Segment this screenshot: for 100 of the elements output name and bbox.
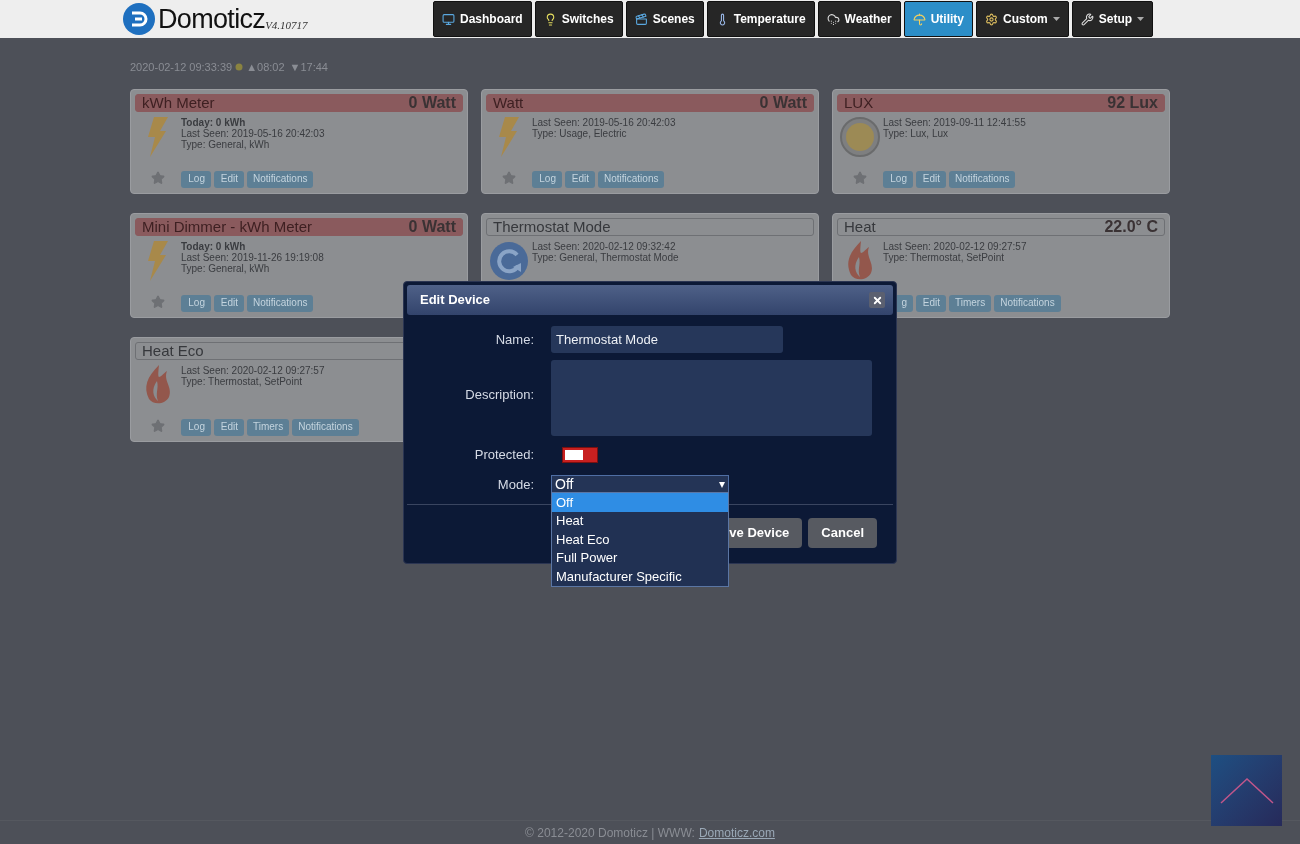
umbrella-icon	[912, 12, 926, 26]
sunrise-time: ▲08:02	[246, 60, 285, 75]
device-info: Type: General, kWh	[181, 138, 271, 150]
nav-tab[interactable]: Switches	[534, 1, 623, 37]
device-info: Last Seen: 2019-11-26 19:19:08	[181, 251, 325, 263]
name-field[interactable]: Thermostat Mode	[551, 326, 783, 353]
cloud-icon	[826, 12, 840, 26]
dialog-title: Edit Device	[420, 291, 491, 310]
lightning-icon	[146, 240, 170, 281]
close-button[interactable]	[869, 292, 885, 308]
device-action-button[interactable]: Notifications	[247, 170, 314, 188]
mode-option[interactable]: Manufacturer Specific	[552, 567, 728, 586]
device-action-button[interactable]: Timers	[949, 294, 992, 312]
device-action-button[interactable]: Notifications	[247, 294, 314, 312]
device-value: 0 Watt	[408, 218, 456, 235]
device-info: Last Seen: 2019-05-16 20:42:03	[532, 116, 677, 128]
field-label: Protected:	[473, 446, 534, 464]
device-name: Thermostat Mode	[493, 219, 611, 234]
current-datetime: 2020-02-12 09:33:39	[130, 60, 233, 75]
device-action-button[interactable]: Log	[181, 294, 211, 312]
device-name: Heat	[844, 219, 876, 234]
today-usage: Today: 0 kWh	[181, 240, 247, 252]
monitor-icon	[442, 12, 455, 26]
caret-icon	[1052, 17, 1060, 21]
device-info: Last Seen: 2020-02-12 09:27:57	[181, 364, 326, 376]
device-action-button[interactable]: Log	[181, 418, 211, 436]
device-action-button[interactable]: Timers	[247, 418, 290, 436]
flame-icon	[143, 364, 173, 405]
device-value: 0 Watt	[408, 94, 456, 111]
mode-option[interactable]: Off	[552, 493, 728, 512]
device-name: Heat Eco	[142, 343, 204, 358]
gear-icon	[985, 12, 999, 26]
device-action-button[interactable]: Edit	[214, 418, 244, 436]
device-action-button[interactable]: Edit	[916, 294, 946, 312]
clapperboard-icon	[634, 12, 648, 26]
device-info: Last Seen: 2019-09-11 12:41:55	[883, 116, 1027, 128]
lightning-icon	[146, 116, 170, 157]
nav-tab[interactable]: Utility	[903, 1, 974, 37]
caret-icon	[719, 481, 725, 488]
chevron-up-icon	[1219, 777, 1274, 804]
device-action-button[interactable]: Log	[883, 170, 913, 188]
device-name: Mini Dimmer - kWh Meter	[142, 219, 312, 234]
protected-toggle[interactable]	[562, 446, 598, 463]
close-icon	[871, 294, 883, 306]
device-action-button[interactable]: Log	[532, 170, 562, 188]
device-value: 0 Watt	[759, 94, 807, 111]
version-label: V4.10717	[265, 18, 308, 33]
logo-icon	[122, 2, 156, 36]
back-to-top-button[interactable]	[1211, 755, 1282, 826]
device-action-button[interactable]: Notifications	[994, 294, 1061, 312]
dialog-button[interactable]: Cancel	[808, 517, 877, 548]
device-action-button[interactable]: Edit	[565, 170, 595, 188]
device-info: Type: Usage, Electric	[532, 127, 628, 139]
star-icon[interactable]	[151, 418, 165, 433]
nav-tab[interactable]: Custom	[976, 1, 1069, 37]
star-icon[interactable]	[502, 170, 516, 185]
device-action-button[interactable]: Edit	[916, 170, 946, 188]
nav-tab[interactable]: Dashboard	[433, 1, 532, 37]
website-link[interactable]: Domoticz.com	[698, 823, 775, 842]
nav-tab[interactable]: Weather	[817, 1, 901, 37]
device-info: Type: General, Thermostat Mode	[532, 251, 680, 263]
device-info: Type: Lux, Lux	[883, 127, 950, 139]
star-icon[interactable]	[853, 170, 867, 185]
device-value: 22.0° C	[1104, 218, 1158, 235]
nav-tab[interactable]: Temperature	[706, 1, 815, 37]
device-action-button[interactable]: Notifications	[598, 170, 665, 188]
logo-text: Domoticz	[158, 5, 266, 33]
device-action-button[interactable]: Edit	[214, 294, 244, 312]
sun-icon	[235, 63, 244, 72]
field-label: Description:	[464, 385, 534, 404]
flame-icon	[845, 240, 875, 281]
device-info: Last Seen: 2020-02-12 09:27:57	[883, 240, 1028, 252]
device-info: Type: General, kWh	[181, 262, 271, 274]
sunset-time: ▼17:44	[289, 60, 328, 75]
device-info: Type: Thermostat, SetPoint	[883, 251, 1005, 263]
device-action-button[interactable]: Edit	[214, 170, 244, 188]
caret-icon	[1137, 17, 1145, 21]
wrench-icon	[1080, 12, 1094, 26]
copyright-text: © 2012-2020 Domoticz | WWW:	[525, 824, 695, 842]
mode-select[interactable]: Off	[551, 474, 729, 495]
star-icon[interactable]	[151, 170, 165, 185]
mode-option[interactable]: Full Power	[552, 548, 728, 568]
cycle-icon	[489, 240, 529, 281]
device-value: 92 Lux	[1107, 94, 1158, 111]
bulb-icon	[840, 116, 880, 157]
today-usage: Today: 0 kWh	[181, 116, 247, 128]
field-label: Name:	[494, 330, 534, 349]
device-info: Type: Thermostat, SetPoint	[181, 375, 303, 387]
device-action-button[interactable]: Log	[181, 170, 211, 188]
nav-tab[interactable]: Scenes	[625, 1, 704, 37]
description-field[interactable]	[551, 360, 872, 436]
device-name: Watt	[493, 95, 524, 110]
device-info: Last Seen: 2020-02-12 09:32:42	[532, 240, 677, 252]
device-action-button[interactable]: Notifications	[949, 170, 1016, 188]
star-icon[interactable]	[151, 294, 165, 309]
device-action-button[interactable]: Notifications	[292, 418, 359, 436]
device-name: kWh Meter	[142, 95, 215, 110]
lightning-icon	[497, 116, 521, 157]
nav-tab[interactable]: Setup	[1071, 1, 1154, 37]
device-name: LUX	[844, 95, 874, 110]
